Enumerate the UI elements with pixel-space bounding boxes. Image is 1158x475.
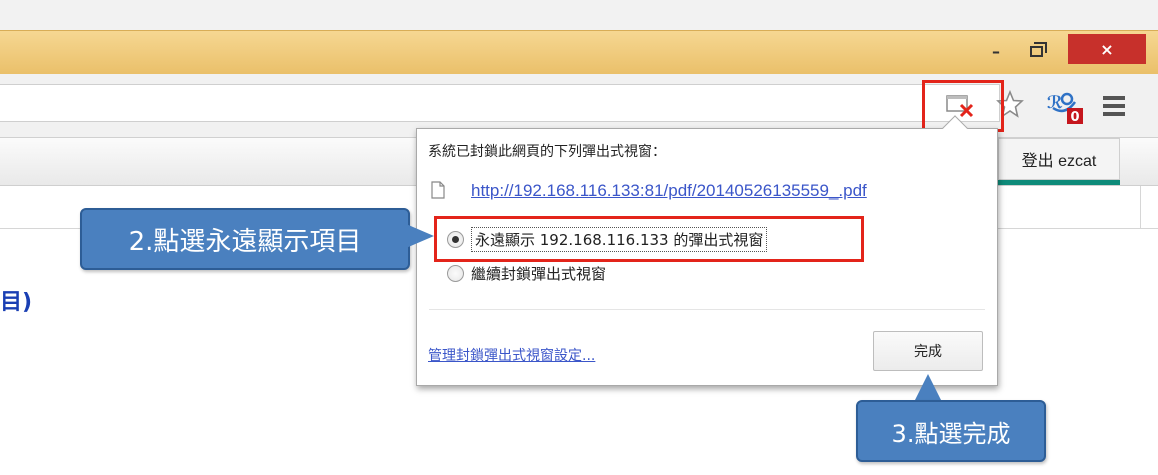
- option-keep-blocking-label: 繼續封鎖彈出式視窗: [471, 265, 607, 283]
- window-titlebar: – ×: [0, 30, 1158, 74]
- page-link-partial[interactable]: 目): [0, 284, 32, 316]
- option-keep-blocking[interactable]: 繼續封鎖彈出式視窗: [447, 263, 606, 284]
- svg-text:0: 0: [1070, 110, 1079, 125]
- manage-popup-settings-link[interactable]: 管理封鎖彈出式視窗設定...: [428, 345, 595, 365]
- step2-callout: 2.點選永遠顯示項目: [80, 208, 410, 270]
- done-button[interactable]: 完成: [873, 331, 983, 371]
- desktop-strip: [0, 0, 1158, 30]
- close-button[interactable]: ×: [1068, 34, 1146, 64]
- logout-underline: [998, 180, 1120, 185]
- step3-callout: 3.點選完成: [856, 400, 1046, 462]
- chrome-menu-icon[interactable]: [1103, 96, 1125, 116]
- extension-icon[interactable]: ℛ 0: [1045, 86, 1089, 128]
- address-input[interactable]: [0, 84, 1000, 122]
- minimize-button[interactable]: –: [976, 37, 1016, 65]
- bubble-title: 系統已封鎖此網頁的下列彈出式視窗：: [428, 144, 666, 160]
- radio-keep-blocking[interactable]: [447, 265, 464, 282]
- step3-callout-tail: [914, 374, 942, 402]
- file-icon: [431, 181, 445, 199]
- bubble-separator: [429, 309, 985, 310]
- restore-button[interactable]: [1016, 37, 1056, 65]
- blocked-popup-link[interactable]: http://192.168.116.133:81/pdf/2014052613…: [471, 181, 867, 201]
- logout-button[interactable]: 登出 ezcat: [998, 138, 1120, 180]
- always-show-highlight: [434, 216, 864, 262]
- restore-icon: [1029, 41, 1047, 57]
- page-divider-vertical: [1140, 186, 1141, 228]
- step2-callout-tail: [406, 224, 434, 248]
